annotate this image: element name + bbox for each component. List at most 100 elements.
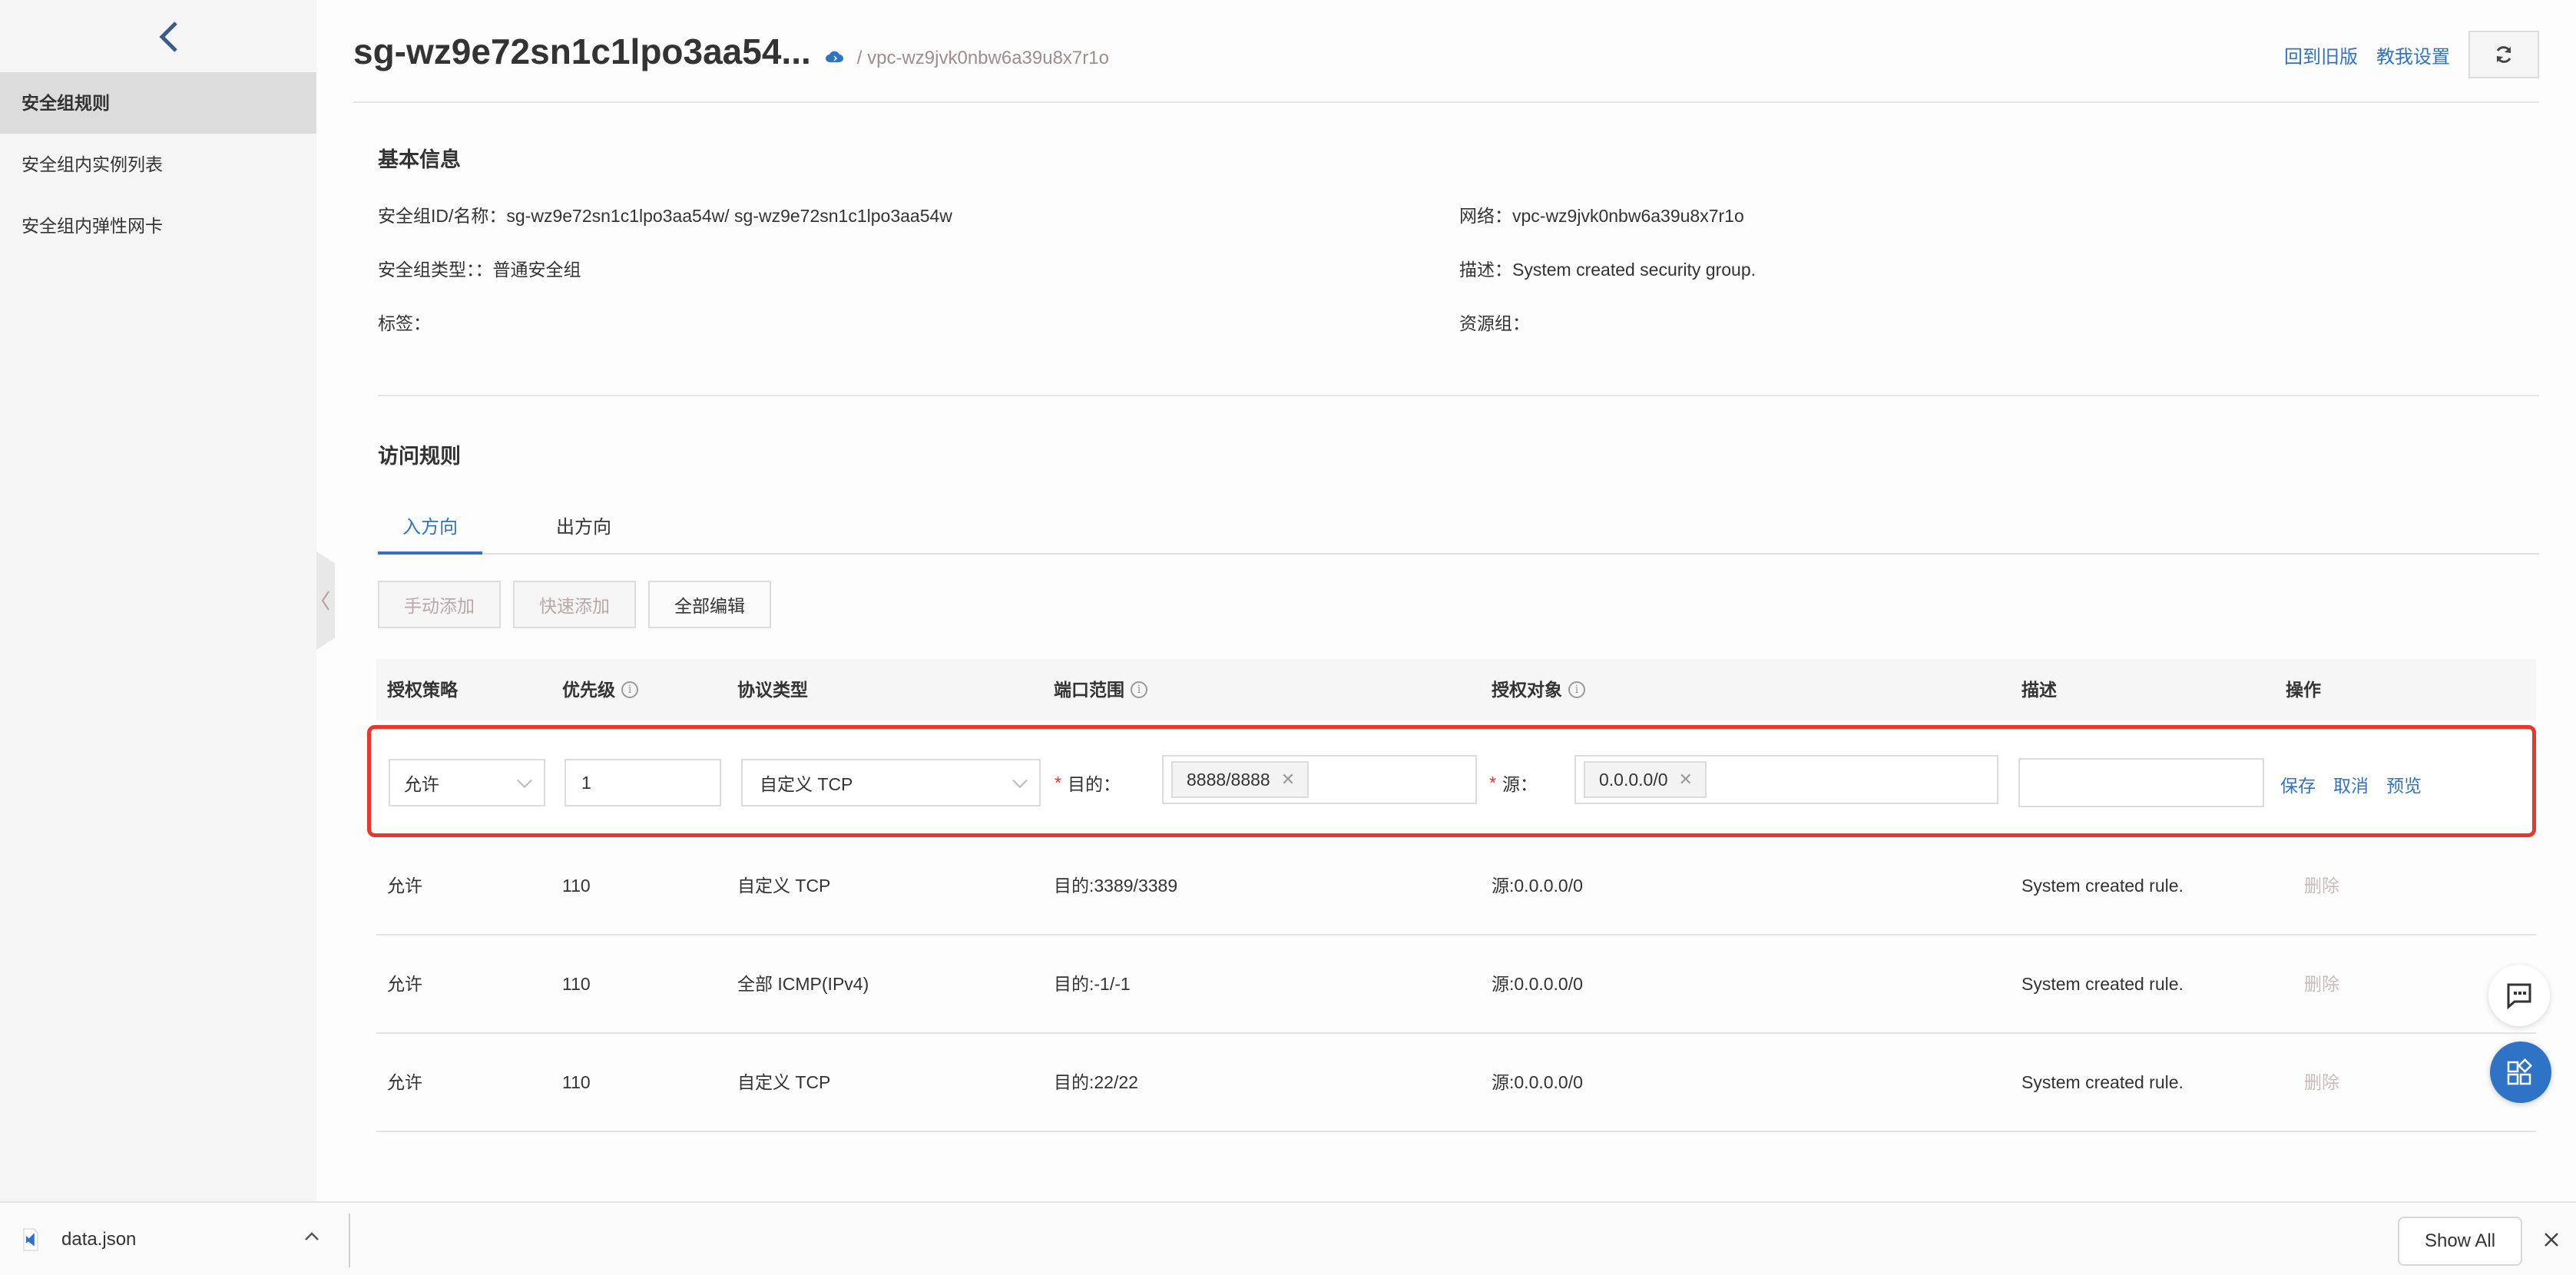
chevron-left-icon: [321, 591, 329, 611]
source-tag-value: 0.0.0.0/0: [1599, 769, 1668, 790]
direction-tabs: 入方向 出方向: [378, 492, 2539, 555]
tab-inbound[interactable]: 入方向: [402, 512, 458, 538]
cell-priority: 110: [562, 876, 591, 896]
quick-add-button[interactable]: 快速添加: [513, 581, 636, 628]
sidebar: 安全组规则 安全组内实例列表 安全组内弹性网卡: [0, 0, 316, 1203]
info-sg-type: 安全组类型：：普通安全组: [378, 255, 581, 281]
info-description: 描述：System created security group.: [1459, 255, 1756, 281]
required-asterisk: *: [1489, 772, 1496, 793]
chevron-down-icon: [1012, 773, 1028, 789]
teach-me-link[interactable]: 教我设置: [2376, 41, 2450, 68]
sidebar-item-security-group-rules[interactable]: 安全组规则: [0, 72, 316, 134]
info-label: 网络：: [1459, 206, 1512, 226]
sidebar-item-eni[interactable]: 安全组内弹性网卡: [0, 195, 316, 257]
sidebar-collapse-handle[interactable]: [316, 551, 335, 650]
required-asterisk: *: [1055, 772, 1061, 793]
cell-source: 源:0.0.0.0/0: [1492, 974, 1583, 994]
cell-protocol: 全部 ICMP(IPv4): [737, 974, 869, 994]
port-tag-value: 8888/8888: [1187, 769, 1270, 790]
protocol-select-value: 自定义 TCP: [760, 774, 853, 794]
section-divider: [378, 395, 2539, 396]
basic-info-title: 基本信息: [378, 148, 461, 171]
title-row: sg-wz9e72sn1c1lpo3aa54... / vpc-wz9jvk0n…: [353, 31, 1109, 72]
back-button[interactable]: [146, 14, 192, 60]
cell-description: System created rule.: [2021, 876, 2184, 896]
table-row: 允许 110 全部 ICMP(IPv4) 目的:-1/-1 源:0.0.0.0/…: [376, 936, 2536, 1034]
source-input[interactable]: 0.0.0.0/0 ✕: [1574, 755, 1998, 804]
download-bar: data.json Show All: [0, 1201, 2576, 1275]
remove-tag-icon[interactable]: ✕: [1281, 770, 1295, 790]
download-item[interactable]: data.json: [23, 1203, 136, 1275]
col-description: 描述: [2021, 659, 2057, 720]
info-icon[interactable]: i: [1568, 681, 1585, 698]
manual-add-button[interactable]: 手动添加: [378, 581, 501, 628]
port-label-text: 目的：: [1067, 774, 1121, 794]
info-network: 网络：vpc-wz9jvk0nbw6a39u8x7r1o: [1459, 201, 1744, 227]
refresh-button[interactable]: [2468, 31, 2539, 78]
col-policy: 授权策略: [387, 659, 458, 720]
header-actions: 回到旧版 教我设置: [2284, 31, 2539, 78]
tab-outbound[interactable]: 出方向: [556, 512, 611, 538]
apps-button[interactable]: [2490, 1042, 2551, 1103]
table-row: 允许 110 自定义 TCP 目的:22/22 源:0.0.0.0/0 Syst…: [376, 1034, 2536, 1132]
info-label: 描述：: [1459, 260, 1512, 280]
page-root: 安全组规则 安全组内实例列表 安全组内弹性网卡 sg-wz9e72sn1c1lp…: [0, 0, 2576, 1275]
protocol-select[interactable]: 自定义 TCP: [741, 759, 1041, 806]
delete-link[interactable]: 删除: [2304, 936, 2339, 1032]
info-value: System created security group.: [1512, 260, 1757, 280]
active-tab-indicator: [378, 551, 482, 555]
back-to-old-version-link[interactable]: 回到旧版: [2284, 41, 2358, 68]
source-label: * 源：: [1489, 759, 1538, 806]
col-port-range: 端口范围 i: [1054, 659, 1147, 720]
table-row: 允许 110 自定义 TCP 目的:3389/3389 源:0.0.0.0/0 …: [376, 837, 2536, 936]
col-label: 端口范围: [1054, 680, 1124, 700]
cell-description: System created rule.: [2021, 1072, 2184, 1092]
col-label: 授权策略: [387, 680, 458, 700]
info-icon[interactable]: i: [1131, 681, 1147, 698]
edit-all-button[interactable]: 全部编辑: [648, 581, 771, 628]
port-label: * 目的：: [1055, 759, 1121, 806]
cell-source: 源:0.0.0.0/0: [1492, 1072, 1583, 1092]
info-label: 资源组：: [1459, 313, 1530, 333]
col-label: 授权对象: [1492, 680, 1562, 700]
chevron-left-icon: [159, 22, 177, 52]
page-title: sg-wz9e72sn1c1lpo3aa54...: [353, 31, 811, 71]
cell-port: 目的:3389/3389: [1054, 876, 1178, 896]
download-bar-separator: [349, 1214, 350, 1267]
cell-policy: 允许: [387, 1072, 422, 1092]
info-value: 普通安全组: [492, 260, 581, 280]
chat-button[interactable]: [2488, 965, 2550, 1026]
info-value: sg-wz9e72sn1c1lpo3aa54w/ sg-wz9e72sn1c1l…: [506, 206, 952, 226]
cancel-link[interactable]: 取消: [2333, 771, 2369, 797]
delete-link[interactable]: 删除: [2304, 837, 2339, 934]
info-sg-id: 安全组ID/名称：sg-wz9e72sn1c1lpo3aa54w/ sg-wz9…: [378, 201, 952, 227]
col-label: 操作: [2286, 680, 2321, 700]
preview-link[interactable]: 预览: [2386, 771, 2422, 797]
col-protocol: 协议类型: [737, 659, 808, 720]
remove-tag-icon[interactable]: ✕: [1679, 770, 1693, 790]
info-label: 安全组类型：：: [378, 260, 493, 280]
sidebar-item-instance-list[interactable]: 安全组内实例列表: [0, 134, 316, 195]
source-tag: 0.0.0.0/0 ✕: [1584, 761, 1707, 798]
save-link[interactable]: 保存: [2280, 771, 2316, 797]
policy-select[interactable]: 允许: [389, 759, 545, 806]
delete-link[interactable]: 删除: [2304, 1034, 2339, 1131]
vpc-link[interactable]: / vpc-wz9jvk0nbw6a39u8x7r1o: [857, 48, 1109, 69]
info-icon[interactable]: i: [621, 681, 638, 698]
cell-protocol: 自定义 TCP: [737, 1072, 831, 1092]
col-auth-object: 授权对象 i: [1492, 659, 1585, 720]
source-label-text: 源：: [1502, 774, 1538, 794]
info-label: 标签：: [378, 313, 431, 333]
close-icon[interactable]: [2538, 1226, 2565, 1253]
info-tags: 标签：: [378, 309, 431, 335]
cell-priority: 110: [562, 1072, 591, 1092]
col-priority: 优先级 i: [562, 659, 638, 720]
rules-table-header: 授权策略 优先级 i 协议类型 端口范围 i 授权对象 i 描述 操作: [376, 659, 2536, 720]
show-all-button[interactable]: Show All: [2398, 1217, 2522, 1266]
chevron-up-icon[interactable]: [304, 1230, 320, 1245]
cloud-icon[interactable]: [825, 50, 843, 64]
edit-rule-row: 允许 1 自定义 TCP * 目的： 8888/8888 ✕ * 源： 0.0.0.…: [367, 725, 2536, 837]
description-input[interactable]: [2018, 758, 2264, 807]
port-range-input[interactable]: 8888/8888 ✕: [1162, 755, 1477, 804]
priority-input[interactable]: 1: [565, 759, 721, 806]
